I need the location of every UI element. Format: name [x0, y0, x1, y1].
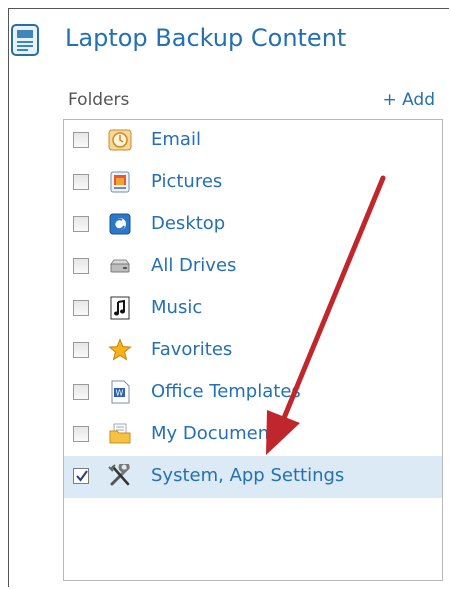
list-item-email[interactable]: Email — [64, 120, 442, 162]
desktop-icon — [109, 213, 131, 235]
item-label: Office Templates — [151, 381, 301, 402]
checkbox[interactable] — [73, 132, 89, 148]
list-item-favorites[interactable]: Favorites — [64, 330, 442, 372]
checkbox[interactable] — [73, 342, 89, 358]
add-folder-link[interactable]: + Add — [382, 90, 435, 110]
list-item-system-app-settings[interactable]: System, App Settings — [64, 456, 442, 498]
list-item-desktop[interactable]: Desktop — [64, 204, 442, 246]
item-label: Music — [151, 297, 203, 318]
checkbox[interactable] — [73, 468, 89, 484]
item-label: Favorites — [151, 339, 233, 360]
checkbox[interactable] — [73, 300, 89, 316]
checkbox[interactable] — [73, 216, 89, 232]
folder-documents-icon — [109, 423, 131, 444]
list-item-office-templates[interactable]: W Office Templates — [64, 372, 442, 414]
folder-list: Email Pictures Desktop All Drives Music … — [63, 119, 443, 581]
checkbox[interactable] — [73, 258, 89, 274]
drive-icon — [110, 259, 130, 273]
page-title: Laptop Backup Content — [65, 24, 347, 52]
item-label: My Documents — [151, 423, 286, 444]
item-label: System, App Settings — [151, 465, 345, 486]
checkbox[interactable] — [73, 426, 89, 442]
svg-text:W: W — [116, 389, 124, 398]
document-icon — [11, 24, 39, 56]
email-clock-icon — [108, 129, 132, 151]
list-item-music[interactable]: Music — [64, 288, 442, 330]
checkbox[interactable] — [73, 174, 89, 190]
checkmark-icon — [76, 470, 88, 482]
folders-label: Folders — [68, 90, 130, 110]
item-label: Desktop — [151, 213, 226, 234]
checkbox[interactable] — [73, 384, 89, 400]
item-label: All Drives — [151, 255, 237, 276]
item-label: Pictures — [151, 171, 223, 192]
pictures-icon — [110, 171, 130, 193]
music-note-icon — [110, 296, 130, 320]
list-item-my-documents[interactable]: My Documents — [64, 414, 442, 456]
list-item-all-drives[interactable]: All Drives — [64, 246, 442, 288]
word-document-icon: W — [111, 380, 130, 404]
panel-header: Laptop Backup Content — [10, 20, 430, 58]
star-icon — [108, 338, 132, 361]
list-item-pictures[interactable]: Pictures — [64, 162, 442, 204]
tools-icon — [108, 464, 130, 486]
item-label: Email — [151, 129, 201, 150]
